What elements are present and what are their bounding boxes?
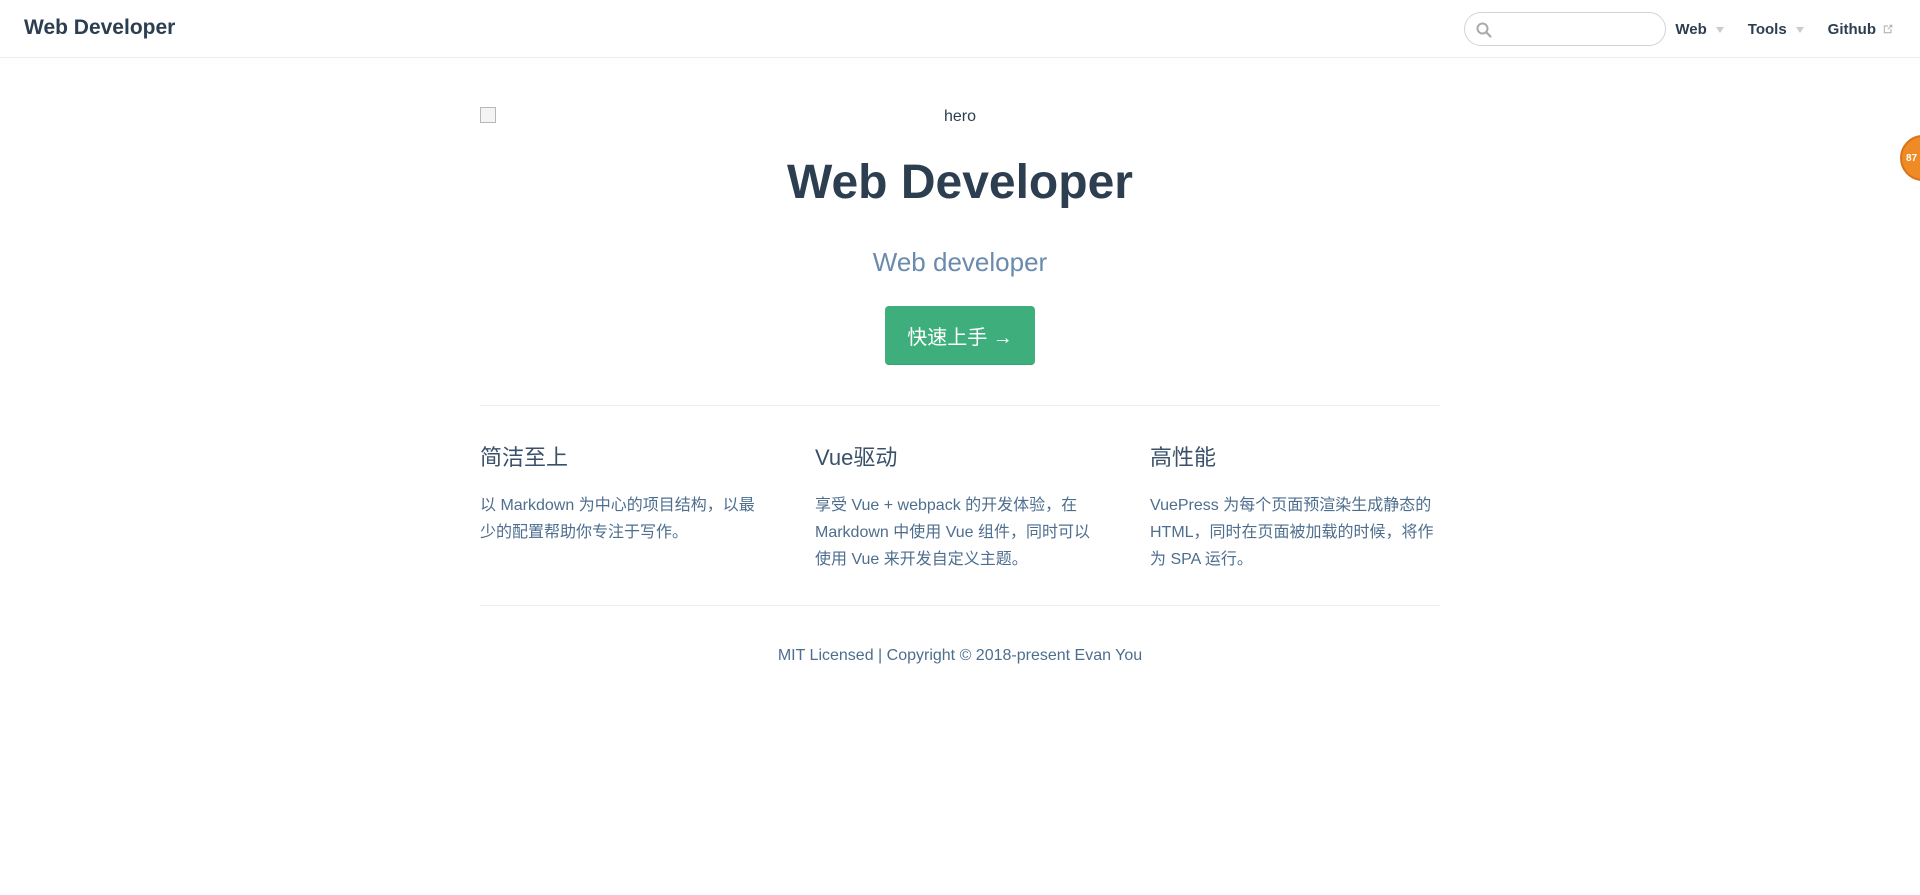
search-box[interactable] (1464, 12, 1666, 46)
chevron-down-icon (1715, 27, 1724, 33)
footer-text: MIT Licensed | Copyright © 2018-present … (777, 647, 1143, 664)
get-started-button[interactable]: 快速上手 → (885, 306, 1035, 365)
feature-item: Vue驱动 享受 Vue + webpack 的开发体验，在 Markdown … (815, 440, 1105, 573)
feature-details: VuePress 为每个页面预渲染生成静态的 HTML，同时在页面被加载的时候，… (1150, 497, 1434, 568)
nav-link-github[interactable]: Github (1828, 21, 1894, 38)
chevron-down-icon (1795, 27, 1804, 33)
feature-item: 高性能 VuePress 为每个页面预渲染生成静态的 HTML，同时在页面被加载… (1150, 440, 1440, 573)
footer-divider (480, 605, 1440, 606)
nav-links: Web Tools Github (1651, 0, 1894, 58)
features: 简洁至上 以 Markdown 为中心的项目结构，以最少的配置帮助你专注于写作。… (480, 440, 1440, 573)
search-icon (1476, 22, 1492, 38)
footer: MIT Licensed | Copyright © 2018-present … (480, 647, 1440, 665)
nav-dropdown-tools[interactable]: Tools (1748, 21, 1804, 38)
feature-title: Vue驱动 (815, 445, 898, 470)
nav-link-github-label: Github (1827, 20, 1876, 38)
nav-dropdown-web-label: Web (1675, 20, 1707, 38)
search-input[interactable] (1497, 13, 1659, 45)
feature-item: 简洁至上 以 Markdown 为中心的项目结构，以最少的配置帮助你专注于写作。 (480, 440, 770, 573)
hero-title: Web Developer (787, 156, 1133, 209)
feature-title: 简洁至上 (480, 445, 569, 470)
feature-details: 享受 Vue + webpack 的开发体验，在 Markdown 中使用 Vu… (815, 497, 1091, 568)
hero-image-alt-text: hero (943, 108, 977, 125)
hero-image: hero (480, 105, 1440, 127)
nav-dropdown-tools-label: Tools (1747, 20, 1787, 38)
external-link-icon (1883, 24, 1893, 34)
hero-description: Web developer (872, 247, 1048, 277)
badge-count: 87 (1906, 152, 1918, 164)
site-name-link[interactable]: Web Developer (24, 16, 175, 40)
nav-dropdown-web[interactable]: Web (1675, 20, 1724, 38)
floating-counter-badge[interactable]: 87 (1900, 135, 1920, 181)
feature-details: 以 Markdown 为中心的项目结构，以最少的配置帮助你专注于写作。 (480, 497, 755, 541)
features-divider-top (480, 405, 1440, 406)
navbar: Web Developer Web Tools Github (0, 0, 1920, 58)
feature-title: 高性能 (1150, 445, 1217, 470)
